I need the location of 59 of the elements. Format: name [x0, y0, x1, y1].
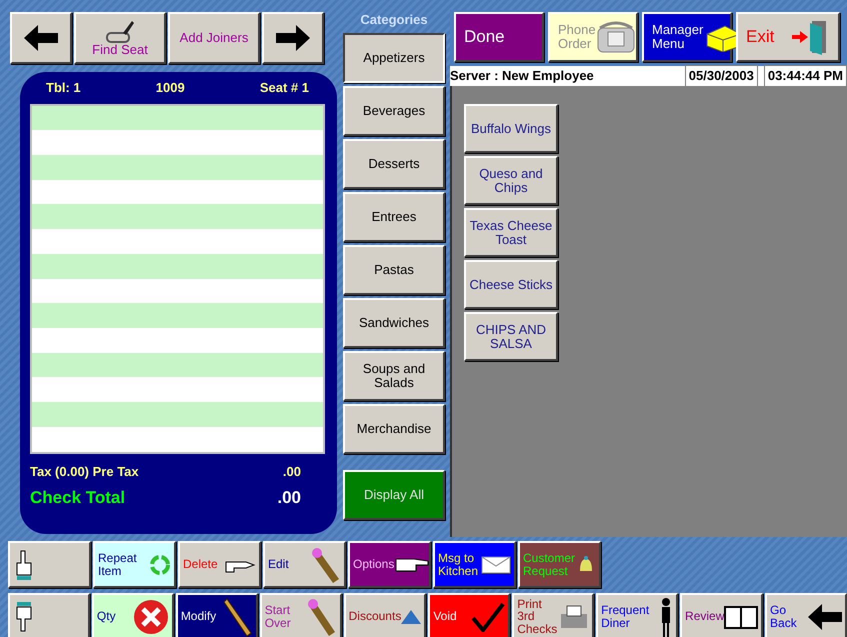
- back-button[interactable]: Go Back: [765, 593, 847, 637]
- categories-title: Categories: [360, 11, 428, 29]
- seat-number: Seat # 1: [260, 79, 309, 97]
- category-button[interactable]: Soups and Salads: [343, 351, 445, 401]
- category-button[interactable]: Appetizers: [343, 33, 445, 83]
- recycle-icon: [149, 554, 171, 576]
- left-arrow-icon: [808, 604, 842, 630]
- action-button[interactable]: Review: [680, 593, 764, 637]
- toolbar-button[interactable]: Find Seat: [74, 12, 166, 64]
- category-button[interactable]: Merchandise: [343, 404, 445, 454]
- forward-button[interactable]: [262, 12, 324, 64]
- scroll-up-button[interactable]: [8, 541, 91, 588]
- left-arrow-icon: [24, 25, 58, 51]
- action-button[interactable]: Qty: [92, 593, 174, 637]
- action-button[interactable]: Frequent Diner: [596, 593, 678, 637]
- table-number: Tbl: 1: [46, 79, 81, 97]
- action-button[interactable]: Options: [348, 541, 431, 588]
- close-icon: [132, 598, 169, 634]
- scroll-down-button[interactable]: [8, 593, 90, 637]
- menu-item-button[interactable]: Cheese Sticks: [464, 260, 558, 309]
- pencil-icon: [222, 596, 253, 636]
- action-button[interactable]: Start Over: [260, 593, 342, 637]
- category-button[interactable]: Desserts: [343, 139, 445, 189]
- check-total-value: .00: [277, 487, 301, 509]
- pen-icon: [105, 19, 135, 44]
- category-button[interactable]: Sandwiches: [343, 298, 445, 348]
- action-button[interactable]: Msg to Kitchen: [433, 541, 516, 588]
- action-button[interactable]: Discounts: [344, 593, 426, 637]
- check-number: 1009: [156, 79, 185, 97]
- check-mark-icon: [471, 602, 506, 632]
- action-button[interactable]: Customer Request: [518, 541, 601, 588]
- action-button[interactable]: Print 3rd Checks: [512, 593, 594, 637]
- done-button[interactable]: Done: [454, 12, 544, 62]
- action-button[interactable]: Repeat Item: [93, 541, 176, 588]
- category-button[interactable]: Entrees: [343, 192, 445, 242]
- display-all-button[interactable]: Display All: [343, 470, 445, 520]
- menu-item-button[interactable]: Texas Cheese Toast: [464, 208, 558, 257]
- check-total-label: Check Total: [30, 487, 126, 509]
- book-icon: [724, 604, 758, 628]
- server-name: Server : New Employee: [450, 67, 595, 86]
- firecracker-icon: [306, 598, 337, 636]
- menu-item-button[interactable]: Queso and Chips: [464, 156, 558, 205]
- printer-icon: [559, 604, 590, 630]
- category-button[interactable]: Pastas: [343, 245, 445, 295]
- toolbar-button[interactable]: Add Joiners: [168, 12, 260, 64]
- action-button[interactable]: Modify: [176, 593, 258, 637]
- envelope-icon: [481, 554, 511, 574]
- triangle-icon: [401, 610, 422, 624]
- action-button[interactable]: Edit: [263, 541, 346, 588]
- right-arrow-icon: [276, 25, 310, 51]
- menu-item-button[interactable]: Buffalo Wings: [464, 104, 558, 153]
- action-button[interactable]: Void: [428, 593, 510, 637]
- tax-label: Tax (0.00) Pre Tax: [30, 462, 139, 481]
- back-button[interactable]: [10, 12, 72, 64]
- firecracker-icon: [311, 546, 341, 582]
- telephone-icon: [596, 20, 636, 54]
- menu-item-button[interactable]: CHIPS AND SALSA: [464, 312, 558, 361]
- tax-value: .00: [282, 462, 301, 480]
- category-button[interactable]: Beverages: [343, 86, 445, 136]
